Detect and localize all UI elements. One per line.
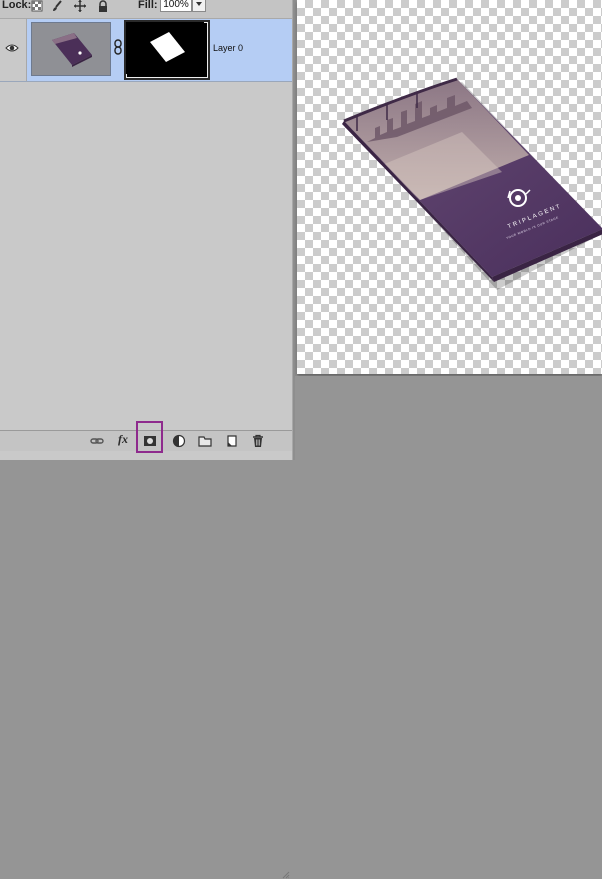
new-layer-icon[interactable] xyxy=(225,434,239,448)
layer-thumbnail[interactable] xyxy=(31,22,111,76)
layer-mask-thumbnail[interactable] xyxy=(124,20,210,80)
brochure-mockup-image: TRIPLAGENT YOUR WORLD IS OUR STAGE xyxy=(342,77,602,290)
layers-panel: Lock: Fill: 100% Layer 0 fx xyxy=(0,0,292,879)
adjustment-layer-icon[interactable] xyxy=(172,434,186,448)
fill-label: Fill: xyxy=(138,0,158,11)
lock-row: Lock: Fill: 100% xyxy=(0,0,292,19)
eye-icon[interactable] xyxy=(5,43,19,53)
visibility-toggle[interactable] xyxy=(0,19,27,81)
brochure-thumbnail-image xyxy=(32,23,110,75)
resize-grip-icon[interactable] xyxy=(282,871,290,879)
layer-name[interactable]: Layer 0 xyxy=(213,43,243,53)
fill-input[interactable]: 100% xyxy=(160,0,192,12)
pasteboard-area xyxy=(295,376,602,460)
layer-style-button[interactable]: fx xyxy=(118,432,128,447)
lock-position-icon[interactable] xyxy=(74,0,86,12)
new-group-folder-icon[interactable] xyxy=(198,434,212,448)
lock-transparent-pixels-icon[interactable] xyxy=(31,0,43,12)
lock-all-icon[interactable] xyxy=(97,0,109,12)
lock-label: Lock: xyxy=(2,0,32,11)
mask-button-highlight xyxy=(136,421,163,453)
link-layers-icon[interactable] xyxy=(90,434,104,448)
trash-icon[interactable] xyxy=(251,434,265,448)
fill-dropdown-arrow[interactable] xyxy=(192,0,206,12)
document-canvas[interactable]: TRIPLAGENT YOUR WORLD IS OUR STAGE xyxy=(297,0,602,374)
mask-shape-image xyxy=(126,22,204,74)
lock-image-pixels-icon[interactable] xyxy=(51,0,63,12)
layer-row[interactable]: Layer 0 xyxy=(0,19,292,82)
chain-link-icon[interactable] xyxy=(113,39,123,55)
